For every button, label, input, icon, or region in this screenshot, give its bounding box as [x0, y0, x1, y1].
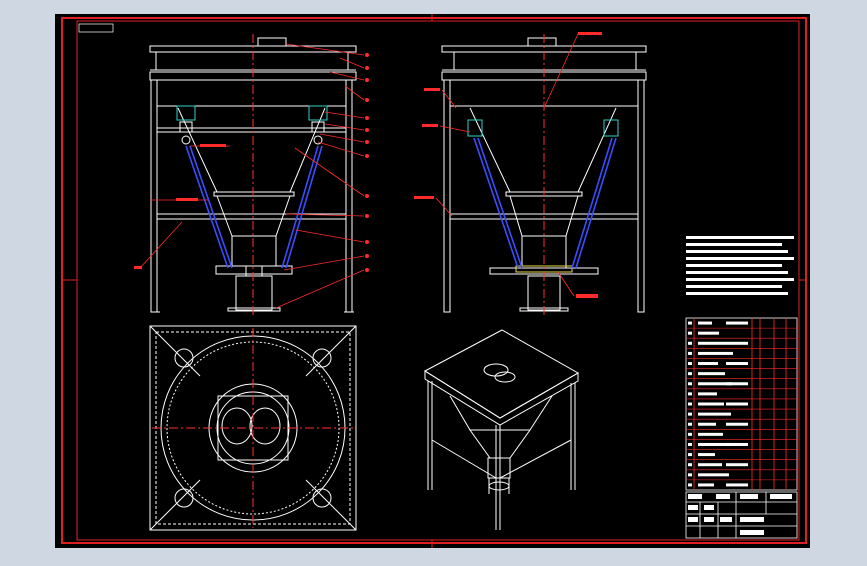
part-balloon	[365, 128, 369, 132]
tech-requirement-line	[686, 236, 794, 239]
parts-list-cell	[688, 412, 692, 416]
drawing-canvas	[0, 0, 867, 562]
parts-list-cell	[688, 453, 692, 457]
part-balloon	[365, 66, 369, 70]
parts-list-cell	[698, 483, 714, 487]
parts-list-cell	[698, 321, 712, 325]
parts-list-cell	[698, 463, 722, 467]
parts-list-cell	[698, 432, 723, 436]
tech-requirement-line	[686, 271, 788, 274]
part-balloon	[365, 240, 369, 244]
parts-list-cell	[688, 331, 692, 335]
parts-list-cell	[688, 341, 692, 345]
parts-list-cell	[726, 321, 748, 325]
parts-list-cell	[698, 362, 718, 366]
parts-list-cell	[698, 442, 730, 446]
parts-list-cell	[698, 392, 717, 396]
part-balloon	[365, 116, 369, 120]
parts-list-cell	[688, 392, 692, 396]
technical-requirements	[686, 236, 794, 295]
parts-list-cell	[698, 412, 731, 416]
parts-list-cell	[688, 382, 692, 386]
parts-list-cell	[698, 372, 725, 376]
parts-list-cell	[688, 483, 692, 487]
part-balloon	[365, 78, 369, 82]
parts-list-cell	[726, 442, 748, 446]
part-balloon	[365, 98, 369, 102]
parts-list-cell	[698, 341, 726, 345]
tech-requirement-line	[686, 292, 788, 295]
parts-list-cell	[698, 331, 719, 335]
parts-list-cell	[698, 402, 724, 406]
parts-list-cell	[688, 351, 692, 355]
parts-list-cell	[726, 341, 748, 345]
tech-requirement-line	[686, 285, 782, 288]
tech-requirement-line	[686, 264, 782, 267]
parts-list-cell	[688, 432, 692, 436]
parts-list-cell	[698, 422, 716, 426]
parts-list-cell	[698, 351, 733, 355]
tech-requirement-line	[686, 257, 794, 260]
parts-list-cell	[726, 402, 748, 406]
part-balloon	[365, 194, 369, 198]
parts-list-cell	[726, 422, 748, 426]
parts-list-cell	[688, 473, 692, 477]
tech-requirement-line	[686, 250, 788, 253]
part-balloon	[365, 53, 369, 57]
parts-list-cell	[688, 442, 692, 446]
parts-list-cell	[726, 463, 748, 467]
parts-list-cell	[688, 463, 692, 467]
parts-list-cell	[688, 402, 692, 406]
parts-list-cell	[688, 372, 692, 376]
parts-list-cell	[688, 362, 692, 366]
part-balloon	[365, 140, 369, 144]
tech-requirement-line	[686, 278, 794, 281]
parts-list-cell	[688, 321, 692, 325]
parts-list-cell	[698, 473, 729, 477]
parts-list-cell	[726, 362, 748, 366]
parts-list-cell	[726, 483, 748, 487]
parts-list-cell	[688, 422, 692, 426]
part-balloon	[365, 154, 369, 158]
part-balloon	[365, 254, 369, 258]
part-balloon	[365, 268, 369, 272]
part-balloon	[365, 214, 369, 218]
cad-drawing	[55, 14, 810, 548]
parts-list-cell	[698, 453, 715, 457]
parts-list-cell	[726, 382, 748, 386]
tech-requirement-line	[686, 243, 782, 246]
